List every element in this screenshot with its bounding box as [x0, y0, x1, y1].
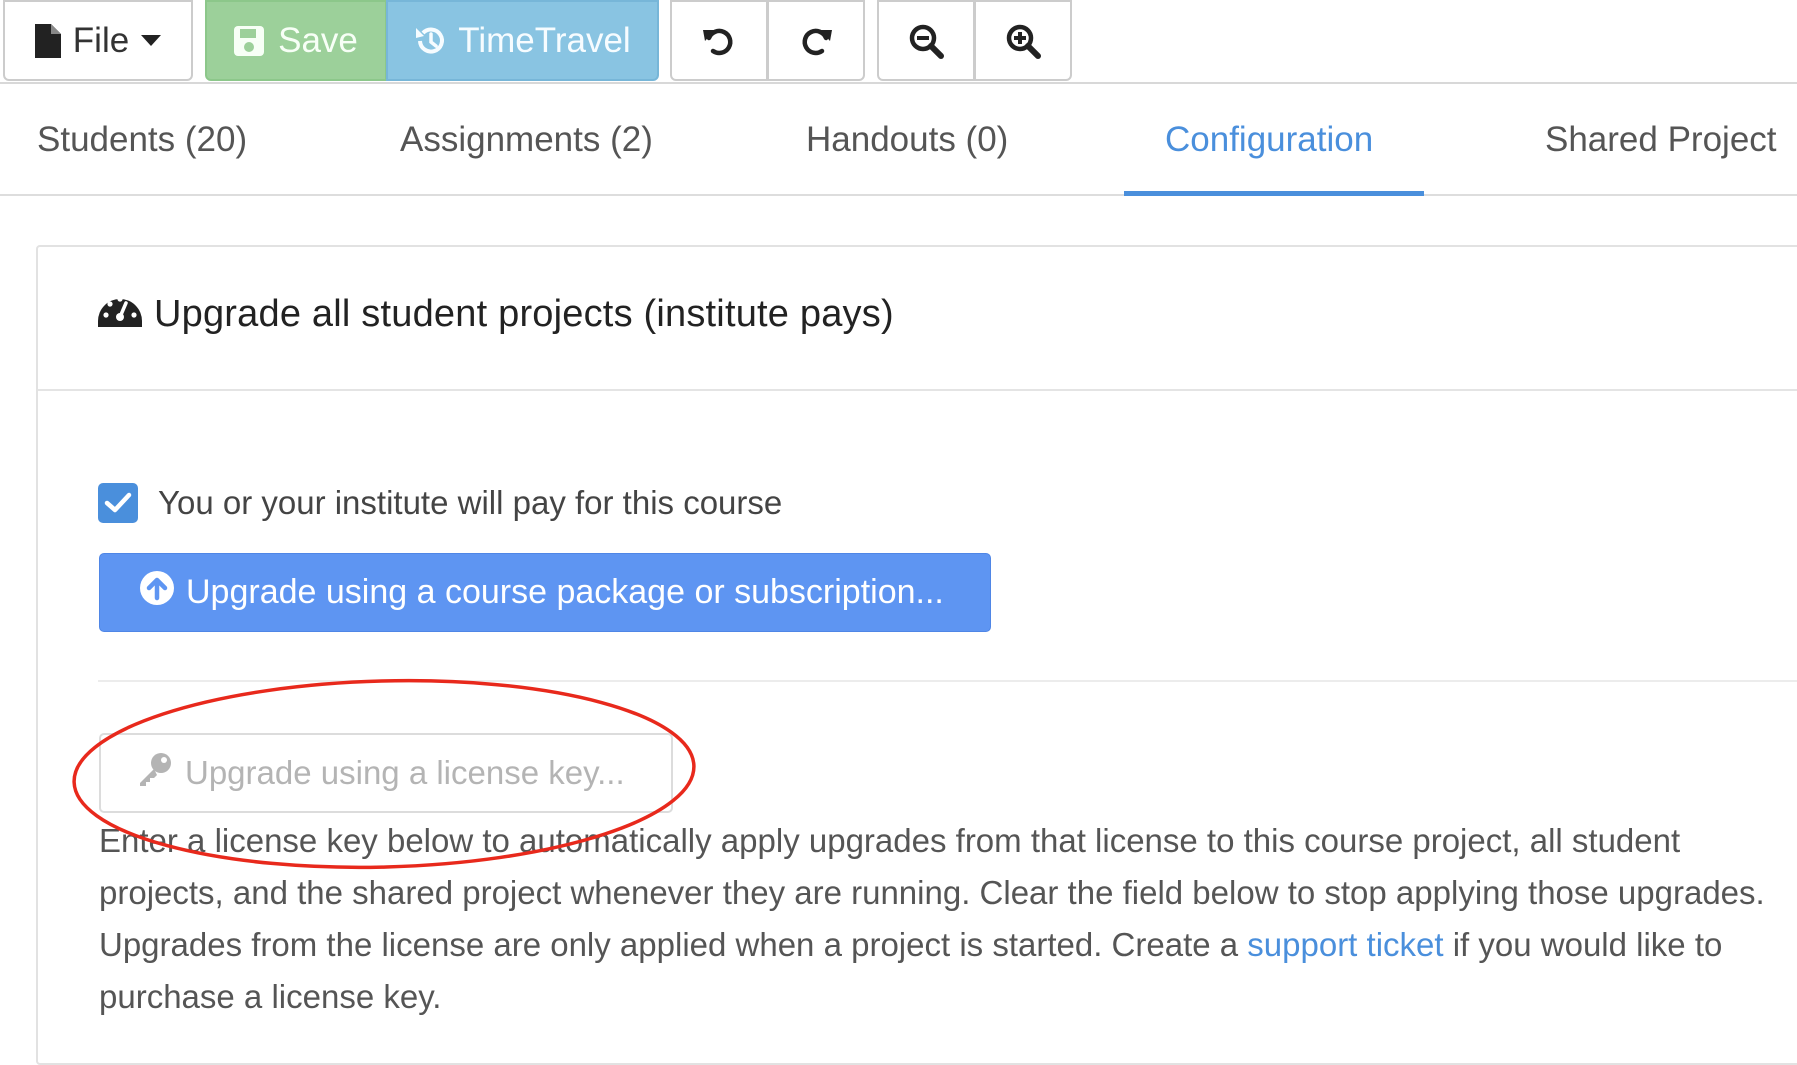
tab-shared-project[interactable]: Shared Project [1545, 84, 1777, 196]
panel-title-text: Upgrade all student projects (institute … [154, 292, 894, 335]
support-ticket-link[interactable]: support ticket [1247, 926, 1443, 963]
save-button[interactable]: Save [205, 0, 387, 81]
upgrade-course-package-label: Upgrade using a course package or subscr… [186, 573, 944, 611]
zoom-in-icon [1005, 23, 1041, 59]
tab-handouts[interactable]: Handouts (0) [806, 84, 1008, 196]
course-tabs: Students (20) Assignments (2) Handouts (… [0, 84, 1797, 196]
panel-title: Upgrade all student projects (institute … [98, 291, 894, 337]
panel-header: Upgrade all student projects (institute … [38, 247, 1797, 391]
key-icon [137, 751, 173, 795]
file-menu-label: File [72, 20, 130, 60]
active-tab-indicator [1124, 191, 1424, 196]
license-description: Enter a license key below to automatical… [99, 815, 1797, 1023]
toolbar: File Save TimeTravel [0, 0, 1797, 84]
redo-icon [799, 24, 833, 58]
section-divider [98, 680, 1797, 682]
undo-icon [702, 24, 736, 58]
institute-pays-row: You or your institute will pay for this … [98, 483, 782, 523]
zoom-out-button[interactable] [877, 0, 975, 81]
tab-assignments[interactable]: Assignments (2) [400, 84, 653, 196]
zoom-in-button[interactable] [974, 0, 1072, 81]
arrow-circle-up-icon [140, 571, 174, 614]
check-icon [104, 484, 132, 522]
caret-down-icon [141, 34, 162, 47]
institute-pays-checkbox[interactable] [98, 483, 138, 523]
timetravel-label: TimeTravel [458, 20, 631, 60]
tab-students[interactable]: Students (20) [37, 84, 247, 196]
history-icon [414, 24, 448, 58]
file-menu-button[interactable]: File [3, 0, 193, 81]
save-label: Save [278, 20, 358, 60]
zoom-out-icon [908, 23, 944, 59]
dashboard-gauge-icon [98, 291, 142, 337]
file-icon [34, 23, 61, 58]
tab-configuration[interactable]: Configuration [1165, 84, 1373, 196]
upgrade-license-key-button[interactable]: Upgrade using a license key... [99, 733, 673, 813]
undo-button[interactable] [670, 0, 768, 81]
upgrade-panel: Upgrade all student projects (institute … [36, 245, 1797, 1065]
redo-button[interactable] [767, 0, 865, 81]
timetravel-button[interactable]: TimeTravel [386, 0, 659, 81]
floppy-disk-icon [234, 25, 265, 56]
upgrade-license-key-label: Upgrade using a license key... [185, 754, 625, 791]
upgrade-course-package-button[interactable]: Upgrade using a course package or subscr… [99, 553, 991, 632]
institute-pays-label: You or your institute will pay for this … [158, 484, 783, 521]
